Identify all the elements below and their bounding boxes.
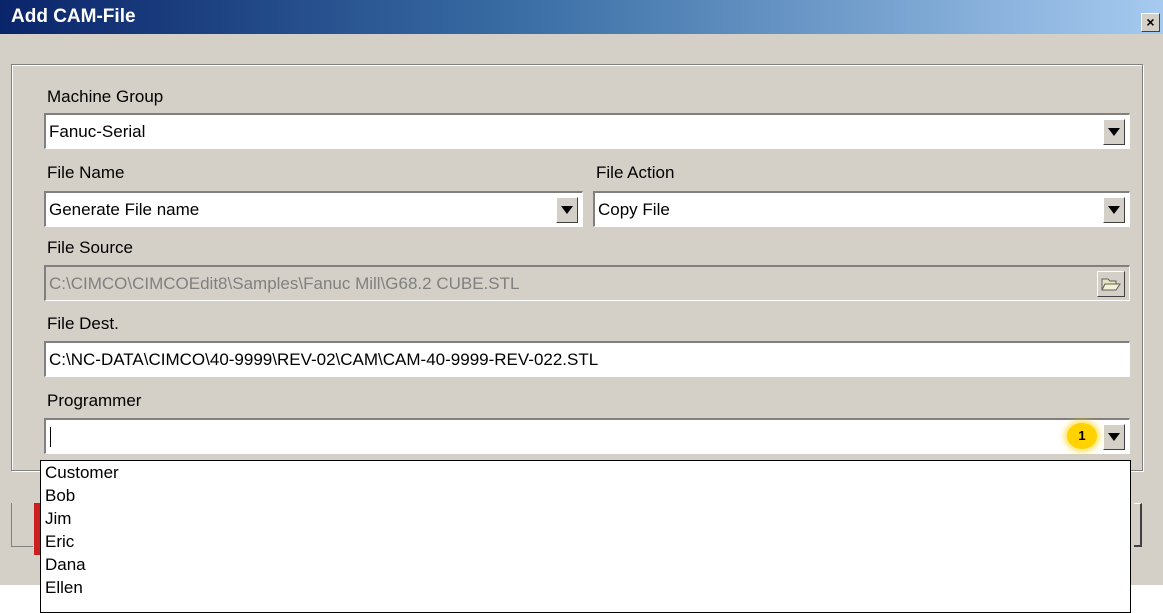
chevron-down-icon — [1108, 128, 1120, 136]
file-dest-label: File Dest. — [47, 314, 119, 333]
browse-button[interactable] — [1097, 271, 1125, 297]
programmer-label: Programmer — [47, 391, 142, 410]
machine-group-dropdown-button[interactable] — [1103, 119, 1125, 145]
right-button-edge[interactable] — [1134, 503, 1142, 547]
file-name-value: Generate File name — [49, 200, 200, 219]
file-action-label: File Action — [596, 163, 675, 182]
chevron-down-icon — [1108, 433, 1120, 441]
chevron-down-icon — [561, 206, 573, 214]
list-item[interactable]: Eric — [41, 530, 1130, 553]
file-action-dropdown-button[interactable] — [1103, 197, 1125, 223]
step-annotation-badge: 1 — [1067, 423, 1097, 449]
text-cursor — [50, 427, 51, 447]
file-name-dropdown-button[interactable] — [556, 197, 578, 223]
left-button-edge — [11, 503, 33, 547]
programmer-combo[interactable] — [44, 418, 1130, 454]
file-name-select[interactable]: Generate File name — [44, 191, 583, 227]
chevron-down-icon — [1108, 206, 1120, 214]
file-action-select[interactable]: Copy File — [593, 191, 1130, 227]
list-item[interactable]: Bob — [41, 484, 1130, 507]
title-bar: Add CAM-File × — [0, 0, 1163, 34]
file-source-value: C:\CIMCO\CIMCOEdit8\Samples\Fanuc Mill\G… — [49, 274, 520, 293]
file-name-label: File Name — [47, 163, 125, 182]
window-title: Add CAM-File — [11, 6, 136, 27]
file-action-value: Copy File — [598, 200, 670, 219]
list-item[interactable]: Jim — [41, 507, 1130, 530]
close-button[interactable]: × — [1141, 13, 1160, 32]
programmer-dropdown-list: Customer Bob Jim Eric Dana Ellen — [40, 460, 1131, 613]
file-dest-value: C:\NC-DATA\CIMCO\40-9999\REV-02\CAM\CAM-… — [49, 350, 599, 369]
folder-open-icon — [1101, 278, 1121, 291]
file-dest-input[interactable]: C:\NC-DATA\CIMCO\40-9999\REV-02\CAM\CAM-… — [44, 341, 1130, 377]
list-item[interactable]: Dana — [41, 553, 1130, 576]
machine-group-label: Machine Group — [47, 87, 164, 106]
machine-group-select[interactable]: Fanuc-Serial — [44, 113, 1130, 149]
list-item[interactable]: Customer — [41, 461, 1130, 484]
machine-group-value: Fanuc-Serial — [49, 122, 146, 141]
file-source-label: File Source — [47, 238, 133, 257]
list-item[interactable]: Ellen — [41, 576, 1130, 599]
programmer-dropdown-button[interactable] — [1103, 424, 1125, 450]
file-source-field: C:\CIMCO\CIMCOEdit8\Samples\Fanuc Mill\G… — [44, 265, 1130, 301]
